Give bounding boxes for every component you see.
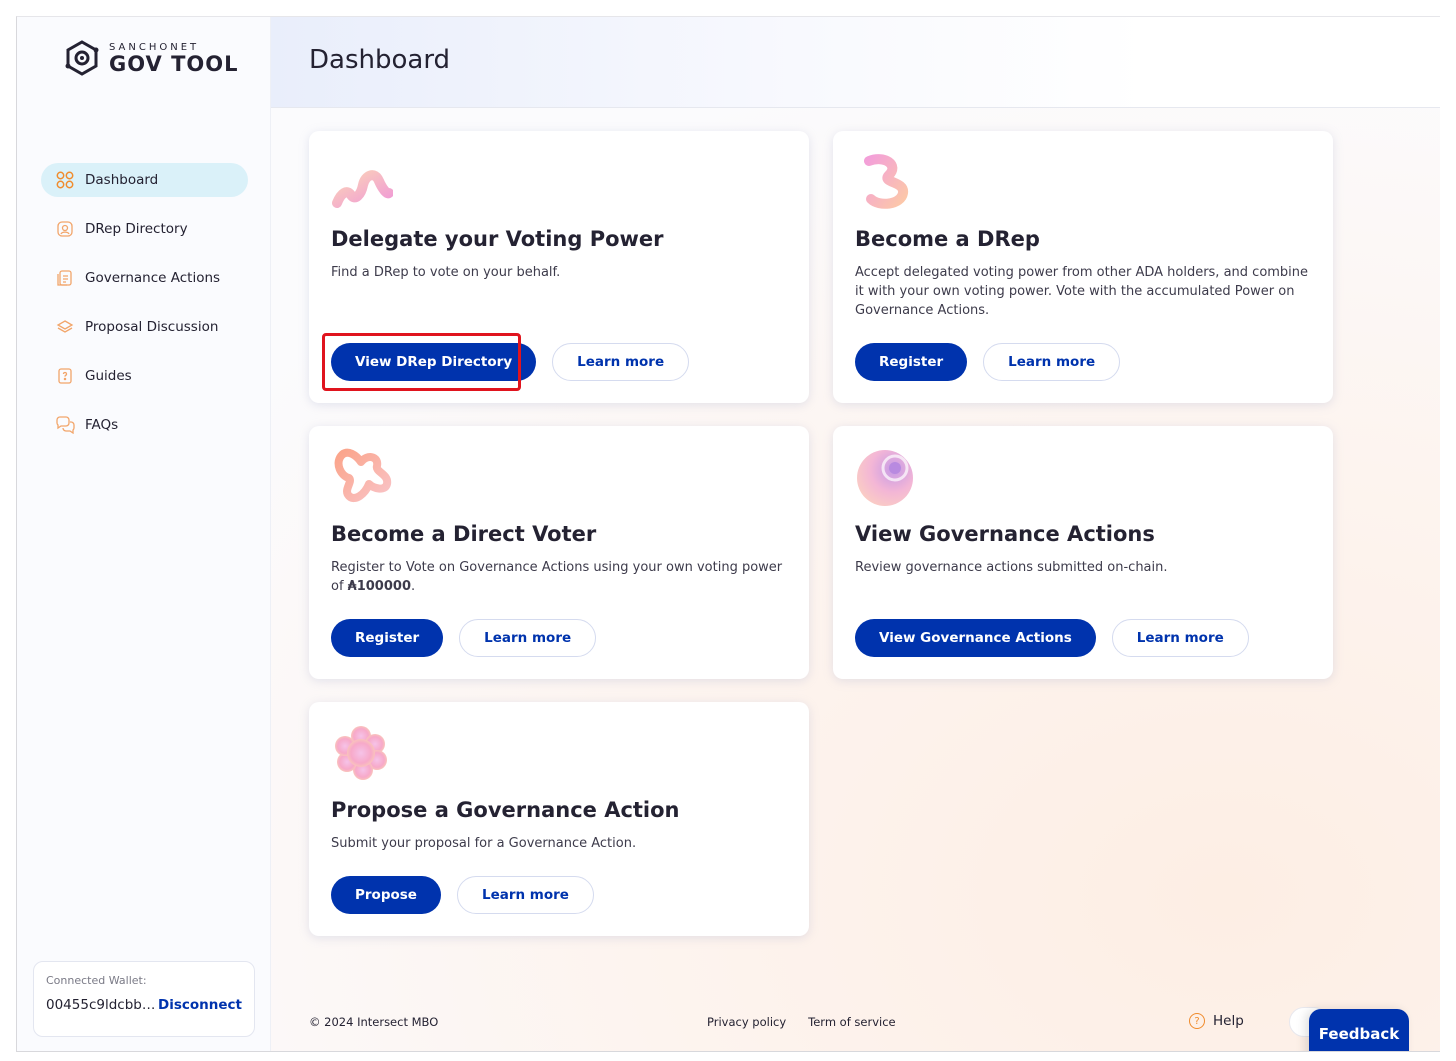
become-drep-card: Become a DRep Accept delegated voting po…: [833, 131, 1333, 403]
disconnect-button[interactable]: Disconnect: [158, 997, 242, 1013]
feedback-button[interactable]: Feedback: [1309, 1009, 1409, 1051]
page-header: Dashboard: [271, 17, 1440, 108]
proposal-discussion-icon: [55, 317, 75, 337]
logo-icon: [65, 40, 99, 76]
learn-more-button[interactable]: Learn more: [1111, 619, 1249, 657]
privacy-policy-link[interactable]: Privacy policy: [707, 1015, 786, 1029]
guides-icon: [55, 366, 75, 386]
learn-more-button[interactable]: Learn more: [983, 343, 1121, 381]
card-description: Register to Vote on Governance Actions u…: [331, 558, 793, 596]
terms-of-service-link[interactable]: Term of service: [808, 1015, 895, 1029]
sidebar-item-drep-directory[interactable]: DRep Directory: [41, 212, 248, 246]
card-description: Review governance actions submitted on-c…: [855, 560, 1168, 575]
card-title: Become a Direct Voter: [331, 522, 597, 546]
sidebar-item-label: Governance Actions: [85, 270, 221, 286]
help-label: Help: [1213, 1013, 1244, 1029]
card-description: Find a DRep to vote on your behalf.: [331, 265, 561, 280]
propose-governance-action-card: Propose a Governance Action Submit your …: [309, 702, 809, 936]
sidebar-item-faqs[interactable]: FAQs: [41, 408, 248, 442]
governance-actions-sphere-icon: [857, 450, 913, 506]
sidebar-item-governance-actions[interactable]: Governance Actions: [41, 261, 248, 295]
dashboard-grid-icon: [55, 170, 75, 190]
help-icon: ?: [1189, 1013, 1205, 1029]
sidebar-item-label: FAQs: [85, 417, 119, 433]
direct-voter-blob-icon: [334, 448, 392, 503]
card-title: Delegate your Voting Power: [331, 227, 664, 251]
voting-power-amount: ₳100000: [347, 579, 411, 594]
become-drep-swirl-icon: [864, 154, 908, 209]
card-title: Become a DRep: [855, 227, 1040, 251]
help-button[interactable]: ? Help: [1189, 1013, 1244, 1029]
sidebar-item-label: Dashboard: [85, 172, 159, 188]
sidebar-item-dashboard[interactable]: Dashboard: [41, 163, 248, 197]
drep-directory-icon: [55, 219, 75, 239]
wallet-label: Connected Wallet:: [46, 974, 147, 987]
logo-subtitle: SANCHONET: [109, 41, 200, 53]
learn-more-button[interactable]: Learn more: [456, 876, 594, 914]
card-description: Accept delegated voting power from other…: [855, 265, 1309, 318]
sidebar-item-label: DRep Directory: [85, 221, 188, 237]
register-direct-voter-button[interactable]: Register: [331, 619, 444, 657]
sidebar-item-label: Guides: [85, 368, 132, 384]
logo-title: GOV TOOL: [109, 51, 239, 76]
propose-flower-icon: [335, 726, 387, 780]
card-title: Propose a Governance Action: [331, 798, 680, 822]
highlight-box: [322, 333, 521, 391]
view-governance-actions-button[interactable]: View Governance Actions: [855, 619, 1096, 657]
app-window: SANCHONET GOV TOOL Dashboard DRep Direct…: [16, 16, 1440, 1052]
direct-voter-card: Become a Direct Voter Register to Vote o…: [309, 426, 809, 679]
description-suffix: .: [411, 579, 416, 594]
sidebar-nav: Dashboard DRep Directory Governance Acti…: [41, 163, 248, 457]
sidebar-item-proposal-discussion[interactable]: Proposal Discussion: [41, 310, 248, 344]
governance-actions-icon: [55, 268, 75, 288]
view-governance-actions-card: View Governance Actions Review governanc…: [833, 426, 1333, 679]
footer-copyright: © 2024 Intersect MBO: [309, 1015, 439, 1029]
propose-button[interactable]: Propose: [331, 876, 441, 914]
sidebar-item-guides[interactable]: Guides: [41, 359, 248, 393]
learn-more-button[interactable]: Learn more: [459, 619, 597, 657]
faqs-icon: [55, 415, 75, 435]
delegate-swirl-icon: [332, 170, 393, 208]
connected-wallet-panel: Connected Wallet: 00455c9ldcbb… Disconne…: [33, 961, 255, 1037]
learn-more-button[interactable]: Learn more: [552, 343, 690, 381]
footer-links: Privacy policy Term of service: [707, 1015, 896, 1029]
card-title: View Governance Actions: [855, 522, 1155, 546]
sidebar-item-label: Proposal Discussion: [85, 319, 219, 335]
wallet-address: 00455c9ldcbb…: [46, 997, 156, 1013]
register-drep-button[interactable]: Register: [855, 343, 968, 381]
page-title: Dashboard: [309, 45, 451, 75]
card-description: Submit your proposal for a Governance Ac…: [331, 836, 637, 851]
app-logo[interactable]: SANCHONET GOV TOOL: [63, 39, 239, 77]
sidebar: SANCHONET GOV TOOL Dashboard DRep Direct…: [17, 17, 271, 1051]
